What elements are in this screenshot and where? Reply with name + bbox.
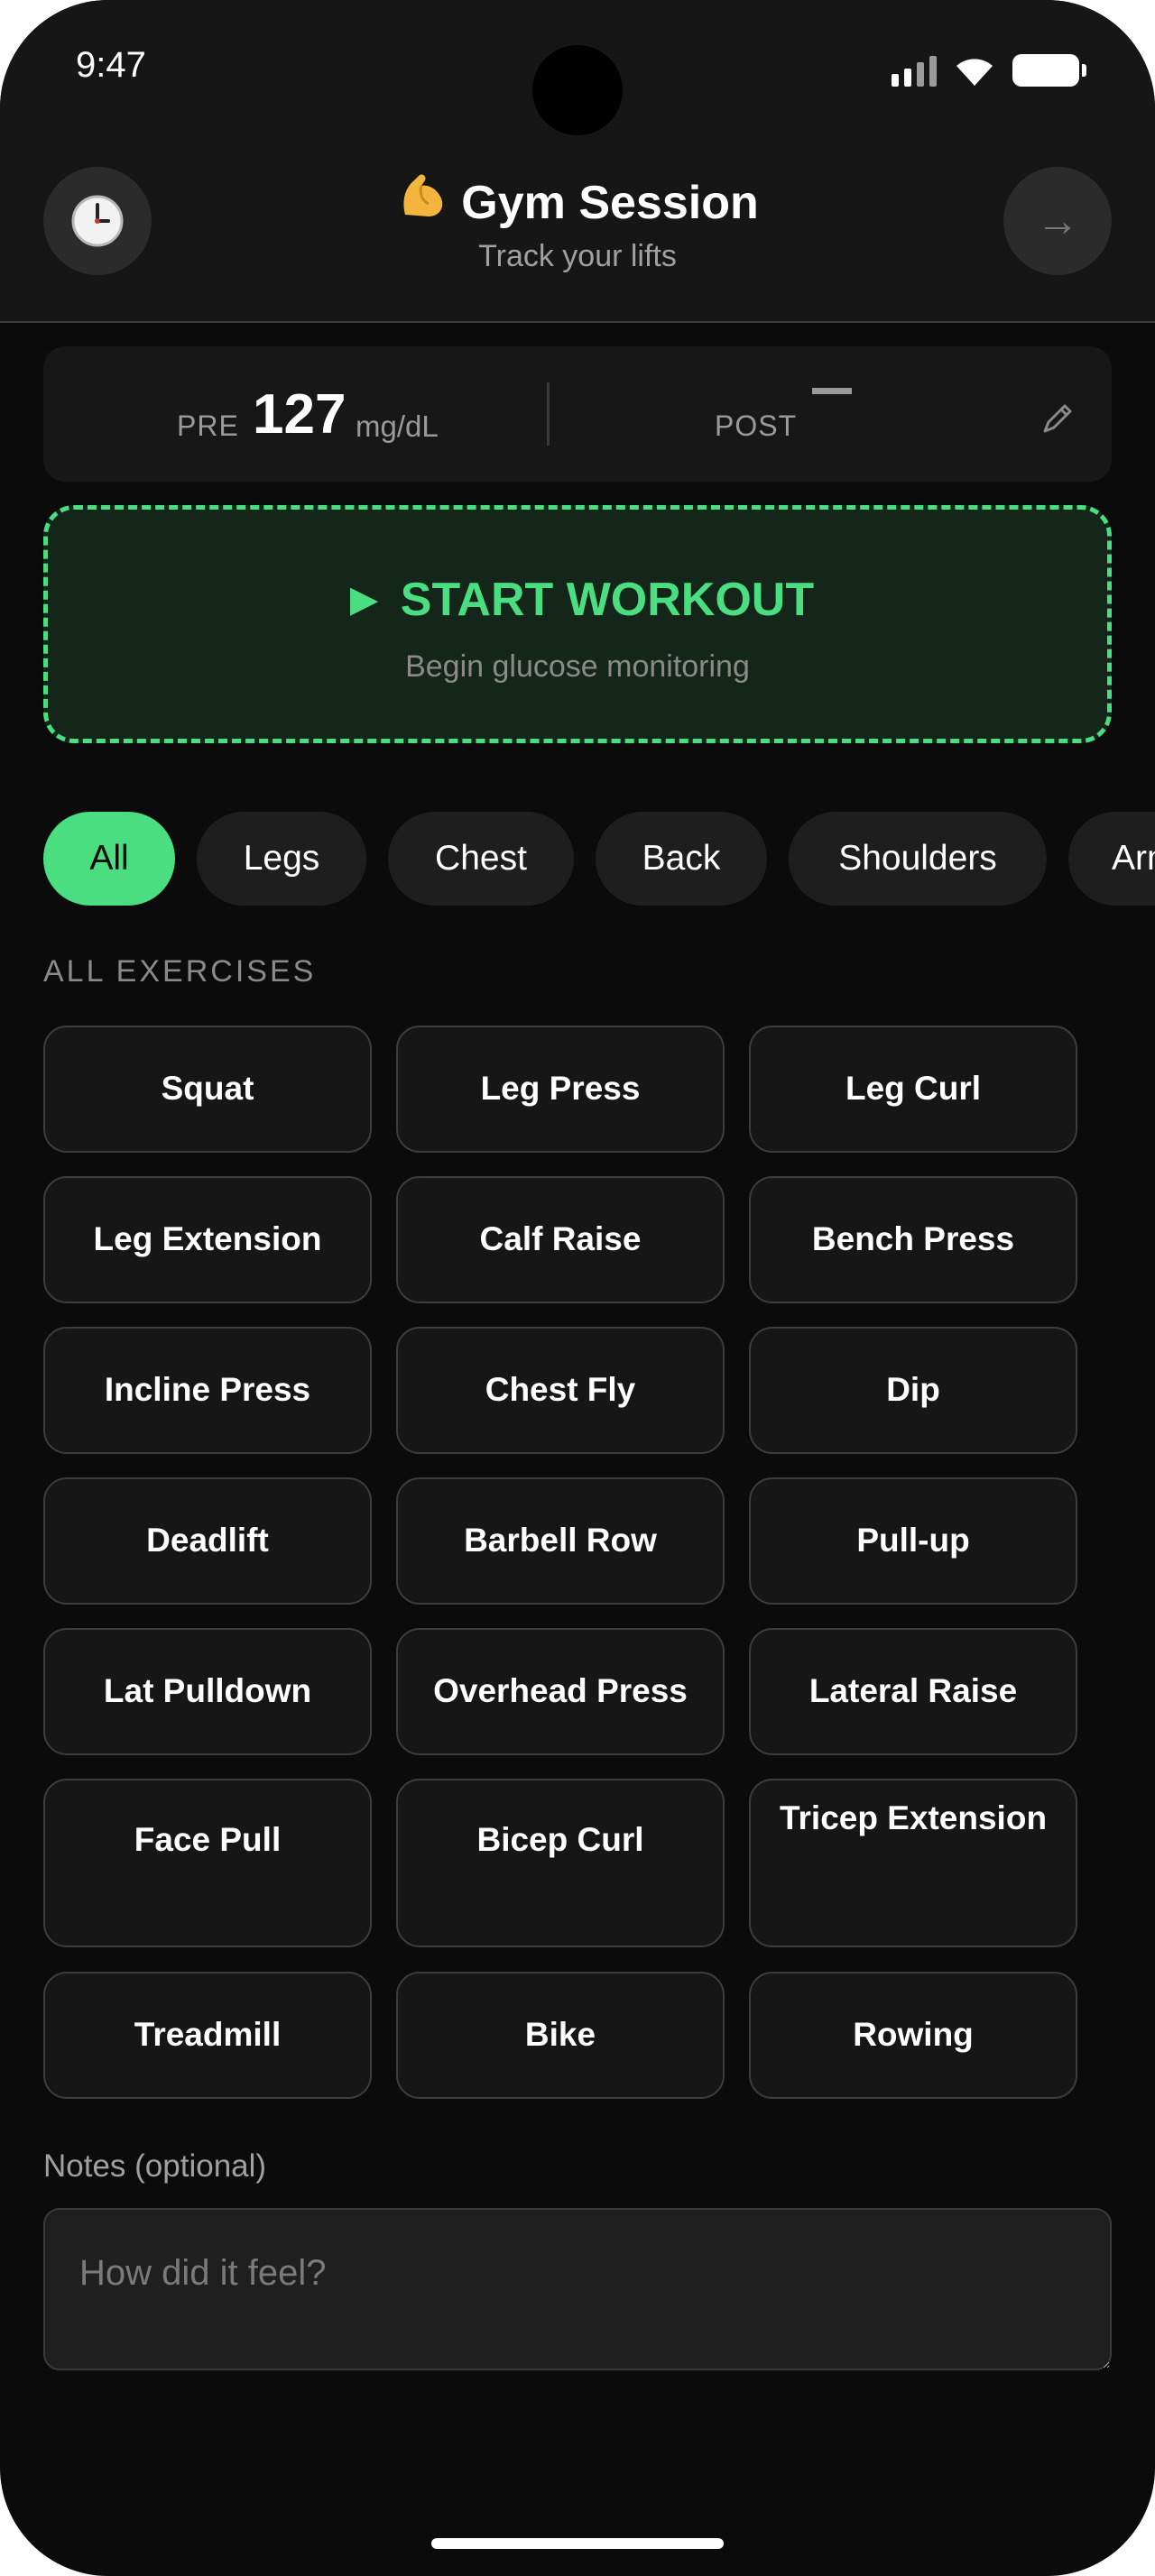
arrow-right-icon: → xyxy=(1036,197,1079,245)
status-icons xyxy=(892,52,1086,88)
exercise-button[interactable]: Bike xyxy=(396,1972,725,2099)
chip-back[interactable]: Back xyxy=(596,812,767,906)
glucose-card[interactable]: PRE 127 mg/dL POST xyxy=(43,346,1112,482)
signal-icon xyxy=(892,54,937,87)
post-glucose-empty-value xyxy=(812,388,852,394)
notes-input[interactable] xyxy=(43,2208,1112,2370)
muscle-filter-chips: All Legs Chest Back Shoulders Arms xyxy=(43,812,1155,906)
exercise-button[interactable]: Face Pull xyxy=(43,1779,372,1947)
flexed-biceps-icon xyxy=(396,170,448,234)
exercise-button[interactable]: Leg Curl xyxy=(749,1026,1077,1153)
exercise-button[interactable]: Overhead Press xyxy=(396,1628,725,1755)
exercise-button[interactable]: Pull-up xyxy=(749,1477,1077,1605)
page-subtitle: Track your lifts xyxy=(478,239,677,273)
exercise-button[interactable]: Calf Raise xyxy=(396,1176,725,1303)
exercise-button[interactable]: Tricep Extension xyxy=(749,1779,1077,1947)
exercise-button[interactable]: Deadlift xyxy=(43,1477,372,1605)
glucose-unit: mg/dL xyxy=(356,409,439,443)
phone-screen: 9:47 Gym Session Track your lifts → PRE … xyxy=(0,0,1155,2576)
title-text: Gym Session xyxy=(461,177,759,229)
start-workout-sublabel: Begin glucose monitoring xyxy=(405,649,750,684)
start-workout-label: ► START WORKOUT xyxy=(340,574,815,626)
chip-all[interactable]: All xyxy=(43,812,175,906)
exercise-button[interactable]: Lat Pulldown xyxy=(43,1628,372,1755)
exercise-button[interactable]: Chest Fly xyxy=(396,1327,725,1454)
exercise-button[interactable]: Incline Press xyxy=(43,1327,372,1454)
front-camera xyxy=(532,45,623,135)
exercise-button[interactable]: Squat xyxy=(43,1026,372,1153)
exercise-button[interactable]: Bench Press xyxy=(749,1176,1077,1303)
wifi-icon xyxy=(956,59,993,86)
exercise-button[interactable]: Leg Press xyxy=(396,1026,725,1153)
start-workout-button[interactable]: ► START WORKOUT Begin glucose monitoring xyxy=(43,505,1112,743)
exercise-button[interactable]: Rowing xyxy=(749,1972,1077,2099)
page-title: Gym Session xyxy=(0,170,1155,234)
notes-label: Notes (optional) xyxy=(43,2148,267,2184)
status-time: 9:47 xyxy=(76,45,146,85)
section-label: ALL EXERCISES xyxy=(43,954,317,989)
chip-legs[interactable]: Legs xyxy=(197,812,366,906)
chip-shoulders[interactable]: Shoulders xyxy=(789,812,1047,906)
chip-arms[interactable]: Arms xyxy=(1068,812,1155,906)
exercise-button[interactable]: Bicep Curl xyxy=(396,1779,725,1947)
exercise-button[interactable]: Leg Extension xyxy=(43,1176,372,1303)
post-label: POST xyxy=(715,409,798,442)
next-button[interactable]: → xyxy=(1003,167,1112,275)
home-indicator[interactable] xyxy=(431,2538,724,2549)
pre-label: PRE xyxy=(177,409,239,442)
pre-glucose-value: 127 xyxy=(253,383,346,446)
glucose-divider xyxy=(547,382,550,446)
exercise-button[interactable]: Lateral Raise xyxy=(749,1628,1077,1755)
exercise-button[interactable]: Barbell Row xyxy=(396,1477,725,1605)
battery-icon xyxy=(1012,54,1086,87)
pencil-icon[interactable] xyxy=(1040,400,1076,441)
exercise-button[interactable]: Treadmill xyxy=(43,1972,372,2099)
exercise-button[interactable]: Dip xyxy=(749,1327,1077,1454)
chip-chest[interactable]: Chest xyxy=(388,812,574,906)
top-header-area: 9:47 Gym Session Track your lifts → xyxy=(0,0,1155,323)
